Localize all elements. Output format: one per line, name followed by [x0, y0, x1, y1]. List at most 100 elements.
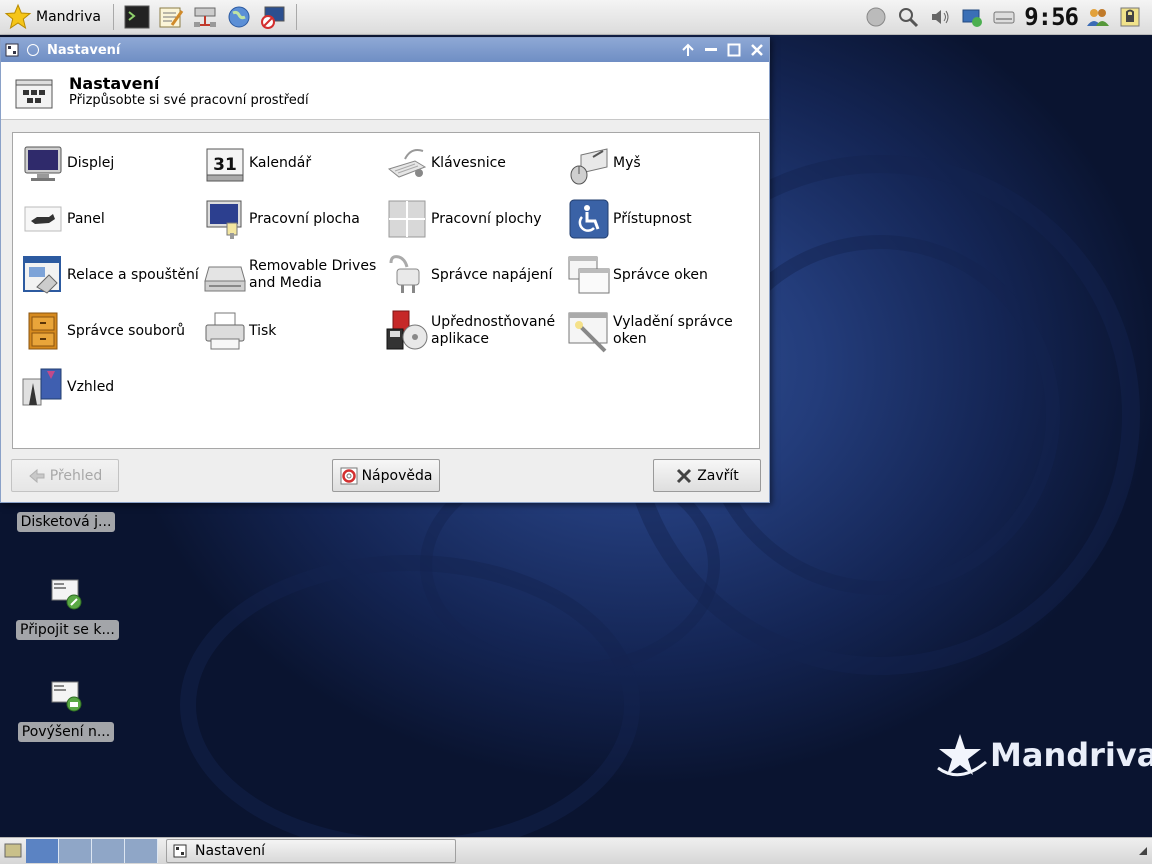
- volume-button[interactable]: [928, 5, 952, 29]
- network-tool-launcher[interactable]: [191, 3, 219, 31]
- settings-item-panel[interactable]: Panel: [21, 195, 203, 243]
- preferred-apps-icon: [386, 310, 428, 350]
- workspace-1[interactable]: [26, 839, 59, 863]
- help-button-label: Nápověda: [361, 467, 433, 484]
- minimize-icon: [704, 48, 717, 51]
- text-editor-icon: [159, 7, 184, 28]
- network-status-icon: [866, 7, 886, 27]
- settings-item-label: Myš: [613, 154, 641, 171]
- settings-item-mys[interactable]: Myš: [567, 139, 749, 187]
- dialog-button-row: Přehled Nápověda Zavřít: [1, 459, 769, 495]
- settings-item-label: Tisk: [249, 322, 277, 339]
- settings-header: Nastavení Přizpůsobte si své pracovní pr…: [1, 62, 769, 120]
- remote-desktop-launcher[interactable]: [259, 3, 287, 31]
- maximize-button[interactable]: [725, 42, 742, 59]
- separator: [112, 4, 114, 30]
- help-button[interactable]: Nápověda: [332, 459, 440, 492]
- maximize-icon: [727, 43, 740, 57]
- removable-drive-icon: [204, 266, 246, 292]
- settings-item-spravce-souboru[interactable]: Správce souborů: [21, 307, 203, 355]
- file-cabinet-icon: [28, 312, 58, 350]
- desktop-icon-upgrade[interactable]: Povýšení n...: [16, 678, 116, 742]
- terminal-launcher[interactable]: [123, 3, 151, 31]
- settings-icon-view: Displej 31 Kalendář Klávesnice Myš Panel…: [12, 132, 760, 449]
- settings-item-klavesnice[interactable]: Klávesnice: [385, 139, 567, 187]
- settings-window: Nastavení Nastavení Přizpůsobte si své p…: [0, 37, 770, 503]
- calendar-icon: 31: [206, 148, 244, 182]
- desktop-icon-connect[interactable]: Připojit se k...: [16, 576, 119, 640]
- mouse-icon: [570, 148, 608, 185]
- top-panel: Mandriva 9:56: [0, 0, 1152, 35]
- close-button[interactable]: Zavřít: [653, 459, 761, 492]
- desktop-icon-label: Disketová j...: [16, 512, 116, 532]
- shade-button[interactable]: [679, 42, 696, 59]
- keyboard-icon: [387, 149, 427, 178]
- settings-item-label: Pracovní plocha: [249, 210, 360, 227]
- printer-icon: [205, 312, 245, 350]
- appearance-icon: [22, 368, 62, 406]
- minimize-button[interactable]: [702, 42, 719, 59]
- settings-item-label: Vzhled: [67, 378, 115, 395]
- web-browser-icon: [228, 6, 250, 28]
- calendar-day-text: 31: [213, 155, 237, 175]
- window-titlebar[interactable]: Nastavení: [1, 38, 769, 62]
- applications-menu-button[interactable]: Mandriva: [0, 0, 107, 35]
- overview-button[interactable]: Přehled: [11, 459, 119, 492]
- menu-label: Mandriva: [36, 9, 101, 25]
- desktop-icon: [206, 200, 242, 239]
- users-button[interactable]: [1086, 5, 1110, 29]
- settings-item-pristupnost[interactable]: Přístupnost: [567, 195, 749, 243]
- mandriva-logo: Mandriva: [934, 732, 1152, 778]
- remote-desktop-icon: [260, 6, 285, 29]
- window-title: Nastavení: [47, 42, 121, 58]
- drive-button[interactable]: [992, 5, 1016, 29]
- system-tray: 9:56: [860, 0, 1152, 35]
- settings-item-tisk[interactable]: Tisk: [203, 307, 385, 355]
- header-subtitle: Přizpůsobte si své pracovní prostředí: [69, 92, 309, 108]
- connect-icon: [51, 579, 82, 610]
- sticky-toggle-icon[interactable]: [27, 44, 39, 56]
- workspace-2[interactable]: [59, 839, 92, 863]
- bottom-taskbar: Nastavení: [0, 837, 1152, 864]
- window-menu-icon[interactable]: [5, 43, 19, 57]
- settings-item-pracovni-plochy[interactable]: Pracovní plochy: [385, 195, 567, 243]
- overview-button-label: Přehled: [49, 467, 103, 484]
- settings-item-vzhled[interactable]: Vzhled: [21, 363, 203, 411]
- search-button[interactable]: [896, 5, 920, 29]
- text-editor-launcher[interactable]: [157, 3, 185, 31]
- star-menu-icon: [4, 3, 32, 30]
- settings-item-label: Správce oken: [613, 266, 708, 283]
- settings-item-label: Panel: [67, 210, 105, 227]
- volume-icon: [932, 10, 949, 24]
- settings-item-kalendar[interactable]: 31 Kalendář: [203, 139, 385, 187]
- settings-item-label: Removable Drives and Media: [249, 258, 377, 291]
- close-window-button[interactable]: [748, 42, 765, 59]
- settings-item-label: Relace a spouštění: [67, 266, 199, 283]
- taskbar-item-settings[interactable]: Nastavení: [166, 839, 456, 863]
- settings-item-pracovni-plocha[interactable]: Pracovní plocha: [203, 195, 385, 243]
- session-icon: [23, 256, 61, 294]
- lock-screen-button[interactable]: [1118, 5, 1142, 29]
- show-desktop-icon[interactable]: [4, 842, 22, 860]
- web-browser-launcher[interactable]: [225, 3, 253, 31]
- taskbar-item-label: Nastavení: [195, 843, 266, 859]
- settings-item-preferred-apps[interactable]: Upřednostňované aplikace: [385, 307, 567, 355]
- upgrade-icon: [51, 681, 82, 712]
- workspace-3[interactable]: [92, 839, 125, 863]
- settings-item-label: Kalendář: [249, 154, 312, 171]
- settings-item-label: Vyladění správce oken: [613, 314, 733, 347]
- updates-button[interactable]: [960, 5, 984, 29]
- settings-item-label: Správce souborů: [67, 322, 185, 339]
- settings-item-spravce-napajeni[interactable]: Správce napájení: [385, 251, 567, 299]
- network-status-button[interactable]: [864, 5, 888, 29]
- settings-item-displej[interactable]: Displej: [21, 139, 203, 187]
- desktop-icon-floppy[interactable]: Disketová j...: [16, 512, 116, 532]
- workspaces-icon: [388, 200, 426, 238]
- header-title: Nastavení: [69, 73, 160, 93]
- workspace-4[interactable]: [125, 839, 158, 863]
- settings-item-wm-tweaks[interactable]: Vyladění správce oken: [567, 307, 749, 355]
- settings-item-removable-drives[interactable]: Removable Drives and Media: [203, 251, 385, 299]
- clock[interactable]: 9:56: [1024, 3, 1079, 31]
- settings-item-relace[interactable]: Relace a spouštění: [21, 251, 203, 299]
- settings-item-spravce-oken[interactable]: Správce oken: [567, 251, 749, 299]
